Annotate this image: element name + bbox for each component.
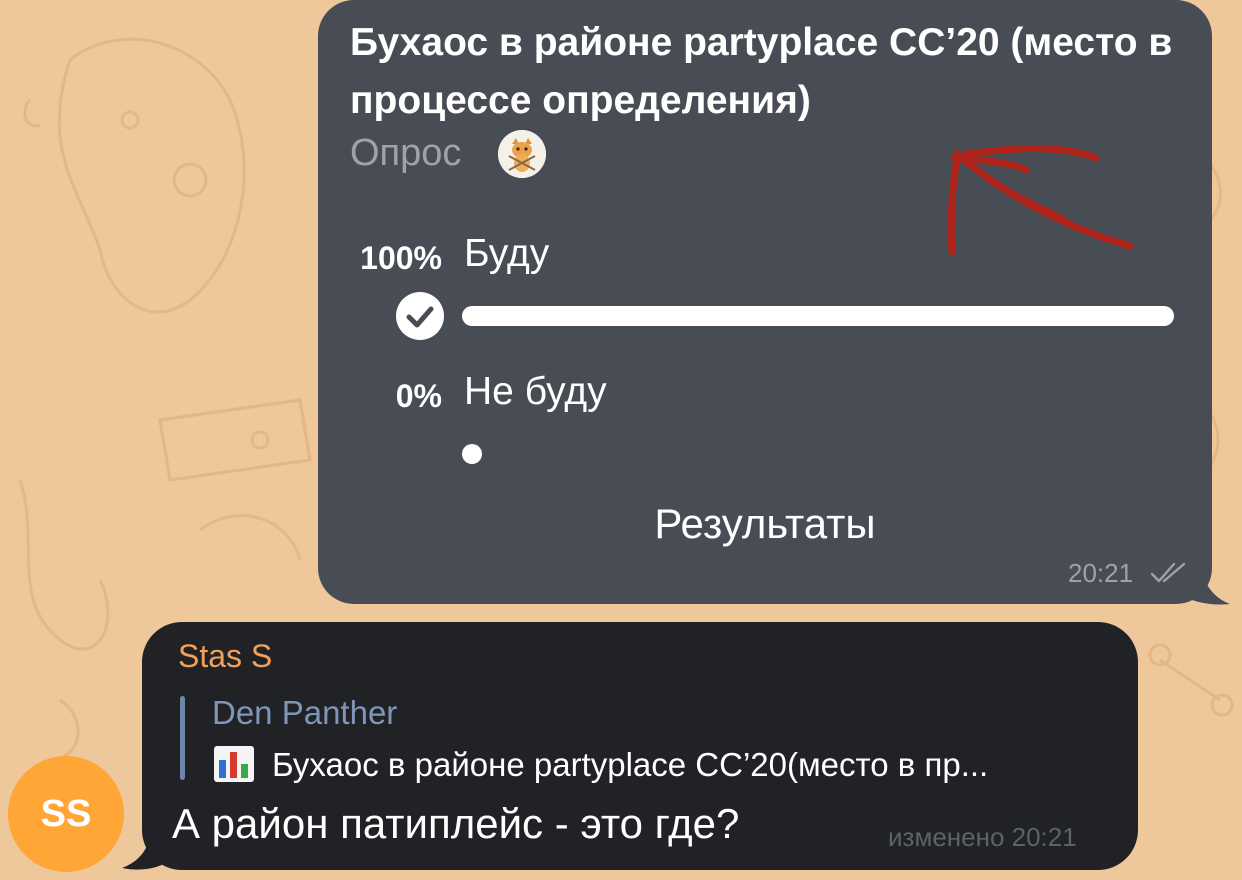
quote-bar (180, 696, 185, 780)
option-percent: 0% (395, 378, 442, 414)
quoted-author[interactable]: Den Panther (212, 694, 397, 732)
option-result-bar (462, 444, 482, 464)
poll-results-button[interactable]: Результаты (318, 500, 1212, 548)
poll-message-bubble[interactable]: Бухаос в районе partyplace CC’20 (место … (318, 0, 1212, 604)
poll-question: Бухаос в районе partyplace CC’20 (место … (350, 21, 1173, 122)
poll-type-label: Опрос (350, 132, 462, 174)
reply-message-bubble[interactable]: Stas S Den Panther Бухаос в районе party… (142, 622, 1138, 870)
option-label: Буду (464, 232, 550, 275)
avatar-initials: SS (40, 792, 92, 835)
edited-time: изменено 20:21 (888, 822, 1077, 852)
avatar[interactable]: SS (8, 756, 124, 872)
option-percent: 100% (360, 240, 442, 276)
option-label: Не буду (464, 370, 607, 413)
kitten-sticker-icon (498, 130, 546, 178)
message-time: 20:21 (1068, 558, 1134, 588)
double-check-icon (1150, 562, 1186, 583)
red-arrow-annotation (947, 145, 1134, 256)
check-icon (396, 292, 444, 340)
sender-name[interactable]: Stas S (178, 638, 272, 675)
message-text: А район патиплейс - это где? (172, 800, 740, 847)
option-result-bar (462, 306, 1174, 326)
bar-chart-icon (214, 746, 254, 782)
quoted-message-text[interactable]: Бухаос в районе partyplace CC’20(место в… (272, 746, 1112, 784)
